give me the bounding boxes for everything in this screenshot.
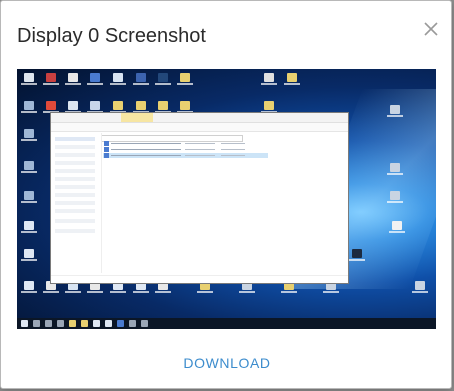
taskbar-icon xyxy=(129,320,136,327)
explorer-status-bar xyxy=(51,275,348,283)
close-icon[interactable] xyxy=(421,19,441,39)
taskbar-icon xyxy=(57,320,64,327)
download-button[interactable]: DOWNLOAD xyxy=(1,355,453,371)
taskbar-icon xyxy=(69,320,76,327)
screenshot-dialog: Display 0 Screenshot DOWNLOAD xyxy=(0,0,452,389)
explorer-ribbon xyxy=(51,123,348,142)
taskbar-icon xyxy=(141,320,148,327)
desktop-icon xyxy=(21,281,37,293)
desktop-icon xyxy=(177,73,193,85)
nav-item xyxy=(55,229,95,233)
desktop-icon xyxy=(21,101,37,113)
taskbar-icon xyxy=(93,320,100,327)
nav-item xyxy=(55,209,95,213)
desktop-icon xyxy=(65,73,81,85)
taskbar xyxy=(17,318,436,329)
desktop-icon xyxy=(21,191,37,203)
desktop-icon xyxy=(155,73,171,85)
desktop-icon xyxy=(389,221,405,233)
desktop-icon xyxy=(110,73,126,85)
taskbar-icon xyxy=(45,320,52,327)
nav-item xyxy=(55,201,95,205)
desktop-icon xyxy=(261,73,277,85)
explorer-nav-pane xyxy=(51,133,102,273)
desktop-icon xyxy=(43,73,59,85)
file-row-selected xyxy=(103,153,268,158)
start-icon xyxy=(21,320,28,327)
nav-item xyxy=(55,219,95,223)
file-explorer-window xyxy=(50,112,349,284)
nav-item xyxy=(55,161,95,165)
dialog-title: Display 0 Screenshot xyxy=(17,25,206,47)
desktop-icon xyxy=(21,221,37,233)
explorer-title-bar xyxy=(51,113,348,123)
desktop-icon xyxy=(21,129,37,141)
taskbar-icon xyxy=(81,320,88,327)
nav-item xyxy=(55,137,95,141)
desktop-icon xyxy=(133,73,149,85)
desktop-icon xyxy=(387,163,403,175)
nav-item xyxy=(55,145,95,149)
file-row xyxy=(103,141,268,146)
desktop-icon xyxy=(349,249,365,261)
screenshot-image xyxy=(17,69,436,329)
desktop-icon xyxy=(284,73,300,85)
desktop-icon xyxy=(387,105,403,117)
nav-item xyxy=(55,185,95,189)
desktop-icon xyxy=(412,281,428,293)
desktop-icon xyxy=(87,73,103,85)
taskbar-icon xyxy=(33,320,40,327)
nav-item xyxy=(55,193,95,197)
explorer-manage-tab xyxy=(121,113,153,122)
taskbar-icon xyxy=(117,320,124,327)
desktop-icon xyxy=(21,73,37,85)
desktop-icon xyxy=(387,191,403,203)
taskbar-icon xyxy=(105,320,112,327)
file-row xyxy=(103,147,268,152)
nav-item xyxy=(55,169,95,173)
nav-item xyxy=(55,153,95,157)
desktop-icon xyxy=(21,161,37,173)
desktop-icon xyxy=(21,249,37,261)
nav-item xyxy=(55,177,95,181)
